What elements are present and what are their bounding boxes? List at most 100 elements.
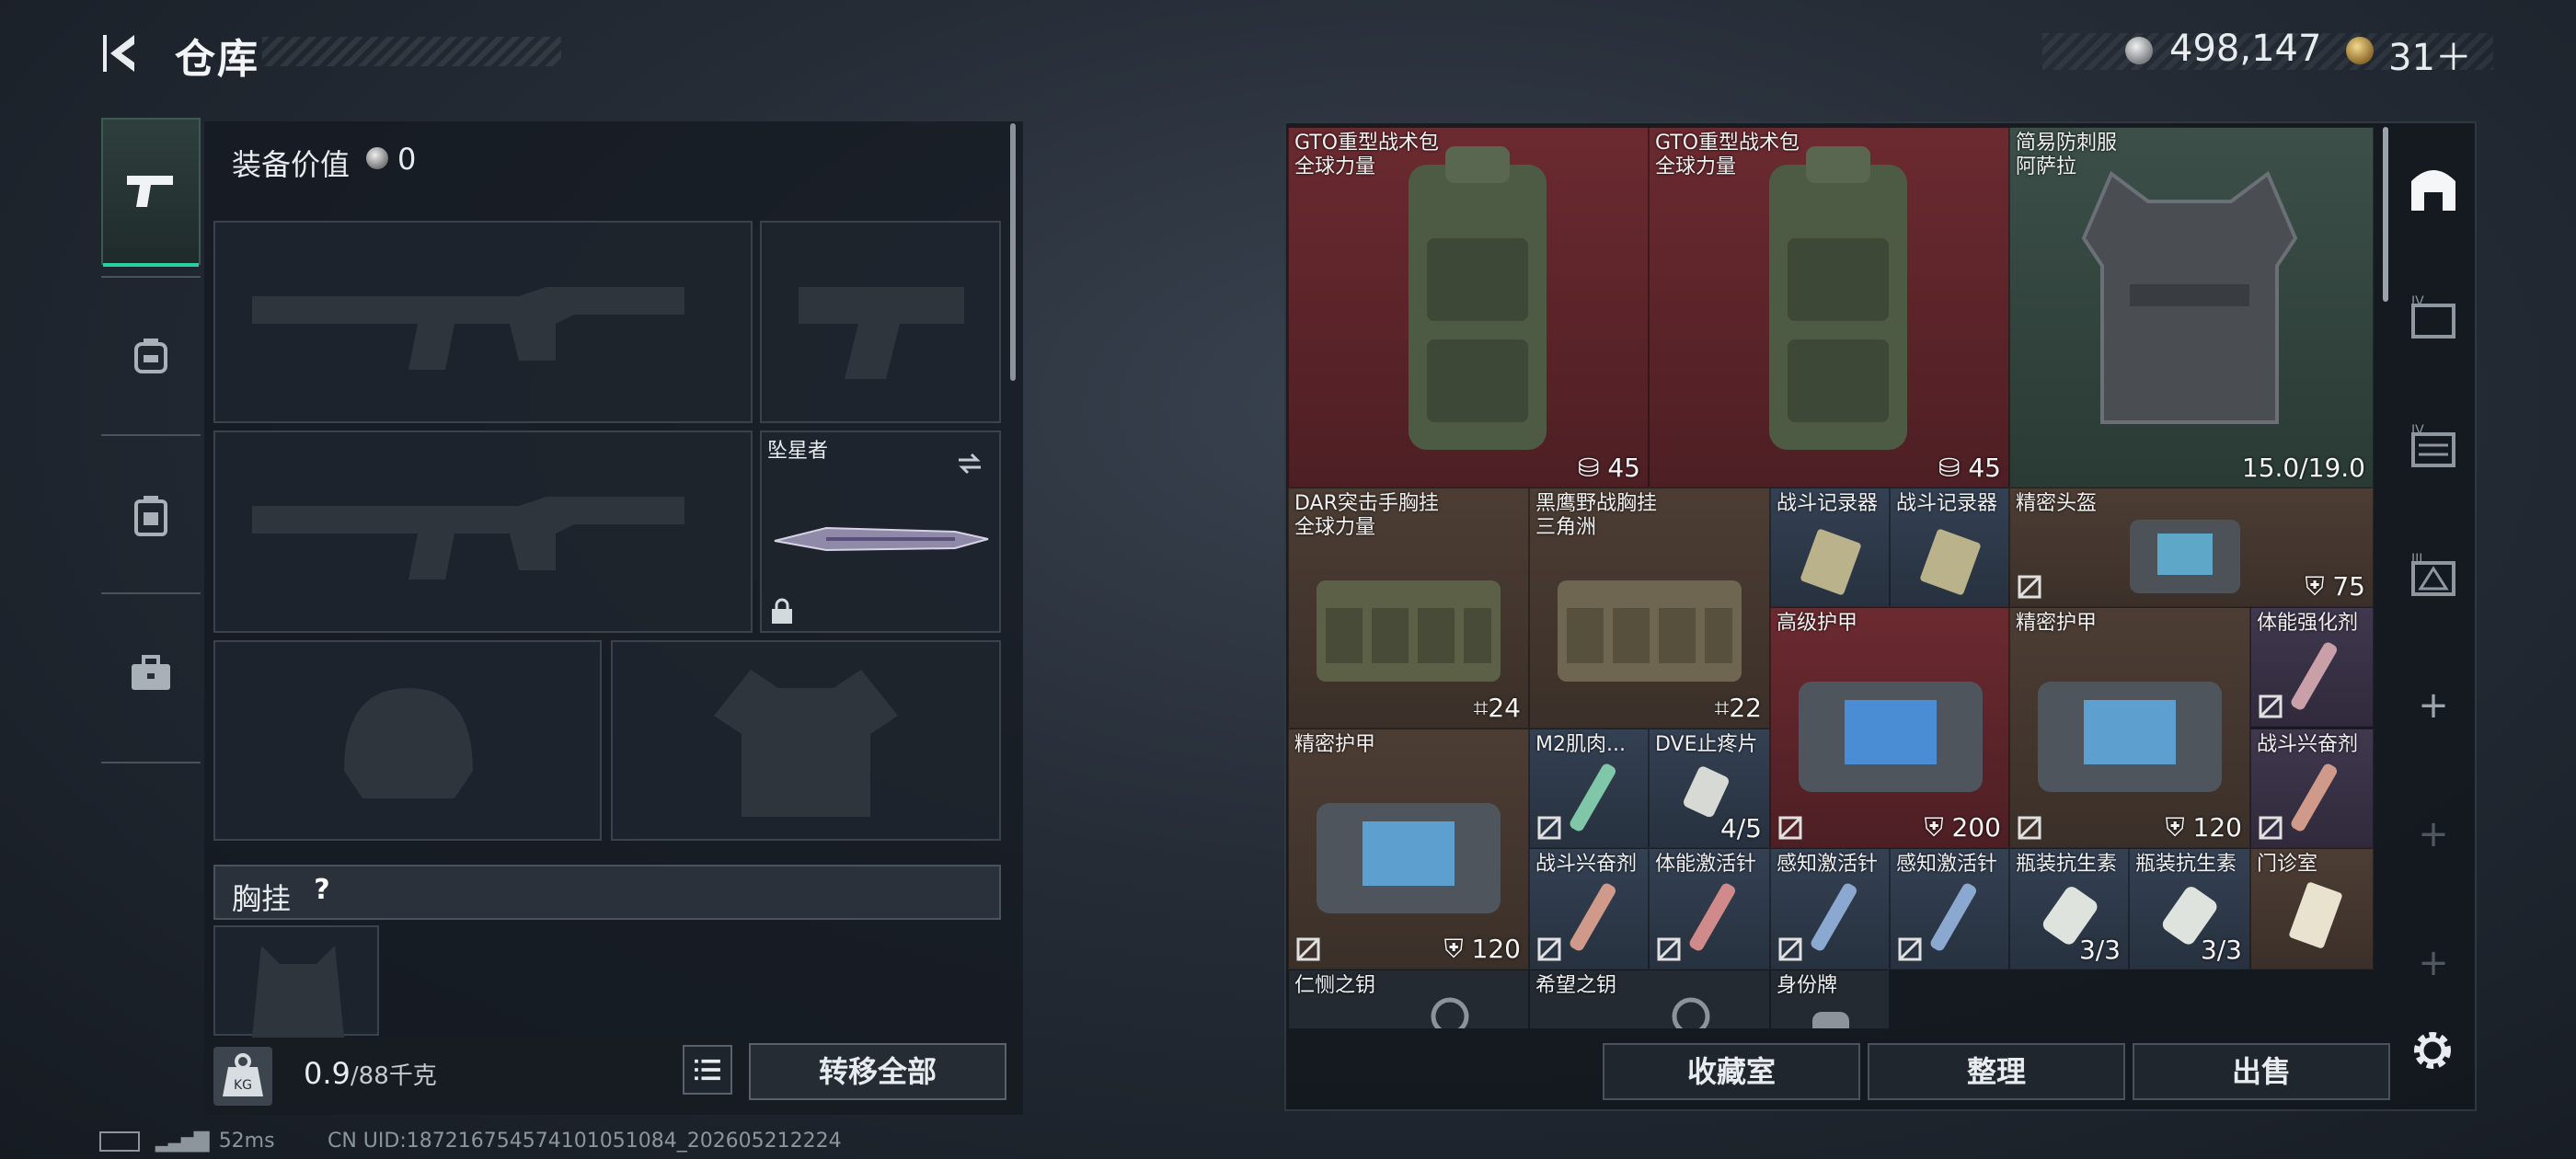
- stash-item[interactable]: 瓶装抗生素 3/3: [2129, 848, 2250, 970]
- stash-item[interactable]: GTO重型战术包 全球力量 ⛁ 45: [1288, 127, 1649, 488]
- silver-coin-icon: [2125, 37, 2153, 64]
- svg-text:KG: KG: [234, 1078, 252, 1093]
- svg-text:IV: IV: [2411, 423, 2424, 438]
- key-card-image: [2289, 882, 2342, 948]
- sort-button[interactable]: 整理: [1868, 1043, 2125, 1100]
- primary-weapon-slot[interactable]: [213, 221, 753, 423]
- no-insure-icon: [1778, 816, 1802, 840]
- melee-name: 坠星者: [767, 440, 829, 463]
- stash-tab-all[interactable]: [2401, 156, 2466, 221]
- signal-icon: ▂▃▅▇: [155, 1130, 210, 1153]
- nav-case[interactable]: [101, 600, 201, 747]
- list-icon[interactable]: [683, 1045, 732, 1095]
- chest-rig-slot[interactable]: [213, 925, 379, 1038]
- nav-weapons[interactable]: [101, 118, 201, 267]
- item-name: 精密护甲: [1294, 733, 1376, 756]
- item-uses: 3/3: [2200, 935, 2242, 965]
- item-name: 身份牌: [1777, 974, 1838, 997]
- item-name: 体能强化剂: [2257, 612, 2359, 635]
- injector-image: [2291, 642, 2337, 710]
- item-capacity: ⌗22: [1714, 693, 1762, 723]
- stash-item[interactable]: 高级护甲 ⛨ 200: [1770, 607, 2009, 848]
- silver-coin-icon: [366, 147, 388, 169]
- add-stash-tab-button[interactable]: +: [2401, 673, 2466, 738]
- stash-item[interactable]: 战斗记录器: [1770, 488, 1890, 607]
- back-arrow-icon[interactable]: [99, 29, 147, 77]
- stash-scrollbar[interactable]: [2383, 127, 2388, 302]
- sell-button[interactable]: 出售: [2133, 1043, 2390, 1100]
- item-durability: ⛨ 75: [2305, 571, 2365, 602]
- secondary-weapon-slot[interactable]: [213, 430, 753, 633]
- stash-item[interactable]: 感知激活针: [1890, 848, 2009, 970]
- stash-item[interactable]: 战斗兴奋剂: [2250, 729, 2374, 848]
- stash-item[interactable]: DVE止疼片 4/5: [1649, 729, 1770, 848]
- chest-rig-image: [1558, 580, 1742, 682]
- stash-tab-4[interactable]: IV: [2401, 285, 2466, 350]
- stash-item[interactable]: 精密护甲 ⛨ 120: [1288, 729, 1529, 970]
- no-insure-icon: [1296, 937, 1320, 961]
- armor-slot[interactable]: [611, 640, 1001, 841]
- collection-room-button[interactable]: 收藏室: [1603, 1043, 1860, 1100]
- battery-icon: [99, 1131, 140, 1152]
- item-uses: 3/3: [2078, 935, 2121, 965]
- stash-item[interactable]: 体能强化剂: [2250, 607, 2374, 727]
- loadout-scrollbar[interactable]: [1010, 123, 1016, 381]
- stash-item[interactable]: DAR突击手胸挂 全球力量 ⌗24: [1288, 488, 1529, 729]
- stash-tab-nav: IV IV III + + +: [2392, 129, 2475, 1012]
- armor-placeholder-icon: [714, 670, 898, 817]
- swap-icon[interactable]: [957, 453, 983, 475]
- pill-bottle-image: [1684, 766, 1729, 818]
- backpack-icon: [134, 496, 167, 536]
- pistol-slot[interactable]: [760, 221, 1001, 423]
- add-stash-tab-button[interactable]: +: [2401, 931, 2466, 995]
- stash-item[interactable]: 精密头盔 ⛨ 75: [2009, 488, 2374, 607]
- settings-gear-icon[interactable]: [2405, 1023, 2460, 1078]
- nav-backpack[interactable]: [101, 442, 201, 589]
- injector-image: [1570, 763, 1616, 832]
- stash-item[interactable]: 战斗兴奋剂: [1529, 848, 1649, 970]
- item-name: 感知激活针: [1777, 853, 1879, 876]
- stash-item[interactable]: M2肌肉...: [1529, 729, 1649, 848]
- help-icon[interactable]: ?: [304, 874, 340, 911]
- backpack-image: [1769, 146, 1907, 450]
- add-stash-tab-button[interactable]: +: [2401, 802, 2466, 866]
- item-name: GTO重型战术包 全球力量: [1655, 132, 1800, 178]
- stash-item[interactable]: 黑鹰野战胸挂 三角洲 ⌗22: [1529, 488, 1770, 729]
- svg-text:IV: IV: [2411, 294, 2424, 309]
- item-name: 瓶装抗生素: [2016, 853, 2118, 876]
- stash-item[interactable]: 简易防刺服 阿萨拉 15.0/19.0: [2009, 127, 2374, 488]
- vest-image: [2081, 170, 2298, 424]
- weight-readout: 0.9/88千克: [304, 1056, 437, 1091]
- armor-case-image: [1317, 803, 1501, 913]
- briefcase-icon: [132, 655, 170, 690]
- no-insure-icon: [2018, 575, 2041, 599]
- nav-helmet[interactable]: [101, 283, 201, 430]
- stash-item[interactable]: 体能激活针: [1649, 848, 1770, 970]
- no-insure-icon: [1537, 937, 1561, 961]
- helmet-slot[interactable]: [213, 640, 602, 841]
- stash-item[interactable]: 门诊室: [2250, 848, 2374, 970]
- stash-tab-4b[interactable]: IV: [2401, 414, 2466, 478]
- stash-tab-3[interactable]: III: [2401, 543, 2466, 607]
- stash-item[interactable]: 感知激活针: [1770, 848, 1890, 970]
- item-capacity: ⛁ 45: [1938, 453, 2001, 483]
- item-name: 精密护甲: [2016, 612, 2098, 635]
- item-durability: ⛨ 120: [2165, 812, 2242, 843]
- stash-item[interactable]: 瓶装抗生素 3/3: [2009, 848, 2129, 970]
- stash-item[interactable]: GTO重型战术包 全球力量 ⛁ 45: [1649, 127, 2009, 488]
- transfer-all-button[interactable]: 转移全部: [749, 1043, 1006, 1100]
- stash-item[interactable]: 身份牌: [1770, 970, 1890, 1028]
- pistol-icon: [127, 176, 173, 207]
- injector-image: [1689, 883, 1735, 951]
- plus-icon: +: [2418, 684, 2449, 727]
- chest-rig-image: [1317, 580, 1501, 682]
- backpack-image: [1409, 146, 1547, 450]
- stash-item[interactable]: 战斗记录器: [1890, 488, 2009, 607]
- stash-item[interactable]: 希望之钥: [1529, 970, 1770, 1028]
- item-name: 门诊室: [2257, 853, 2318, 876]
- stash-item[interactable]: 仁恻之钥: [1288, 970, 1529, 1028]
- item-name: 战斗兴奋剂: [2257, 733, 2359, 756]
- stash-item[interactable]: 精密护甲 ⛨ 120: [2009, 607, 2250, 848]
- ping-value: 52ms: [218, 1130, 275, 1153]
- token-amount[interactable]: 31＋: [2388, 28, 2472, 81]
